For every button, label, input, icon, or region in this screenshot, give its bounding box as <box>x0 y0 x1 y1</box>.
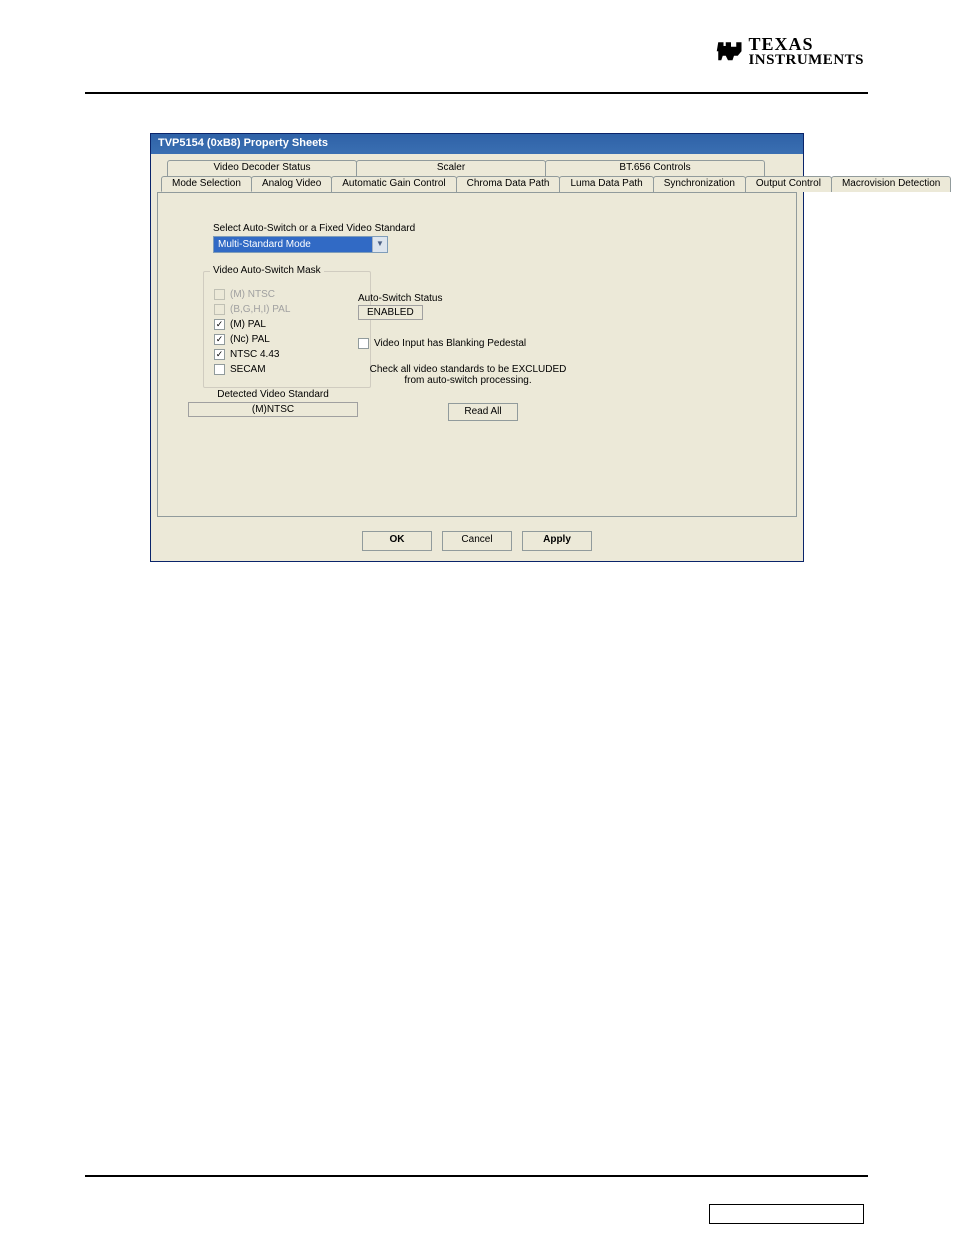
mask-row-ncpal[interactable]: (Nc) PAL <box>214 332 360 346</box>
tab-strip: Video Decoder Status Scaler BT.656 Contr… <box>157 160 797 192</box>
video-auto-switch-mask-group: Video Auto-Switch Mask (M) NTSC (B,G,H,I… <box>203 271 371 388</box>
mask-checkbox-ntsc443[interactable] <box>214 349 225 360</box>
property-sheets-dialog: TVP5154 (0xB8) Property Sheets Video Dec… <box>150 133 804 562</box>
apply-button[interactable]: Apply <box>522 531 592 551</box>
detected-standard-label: Detected Video Standard <box>188 389 358 400</box>
mask-label-mntsc: (M) NTSC <box>230 289 275 300</box>
standard-select-value: Multi-Standard Mode <box>214 237 372 252</box>
pedestal-label: Video Input has Blanking Pedestal <box>374 338 526 349</box>
chevron-down-icon[interactable]: ▼ <box>372 237 387 252</box>
mask-checkbox-mntsc <box>214 289 225 300</box>
mask-label-mpal: (M) PAL <box>230 319 266 330</box>
autoswitch-info: Auto-Switch Status ENABLED Video Input h… <box>358 293 578 386</box>
mask-note-line2: from auto-switch processing. <box>404 375 531 386</box>
tab-synchronization[interactable]: Synchronization <box>653 176 746 192</box>
mask-label-ncpal: (Nc) PAL <box>230 334 270 345</box>
logo-text-line2: INSTRUMENTS <box>748 52 864 68</box>
mask-row-secam[interactable]: SECAM <box>214 362 360 376</box>
detected-standard: Detected Video Standard (M)NTSC <box>188 389 358 417</box>
mask-row-mntsc: (M) NTSC <box>214 287 360 301</box>
footer-rule <box>85 1175 868 1177</box>
mode-selection-panel: Select Auto-Switch or a Fixed Video Stan… <box>157 192 797 517</box>
mask-group-legend: Video Auto-Switch Mask <box>210 265 324 276</box>
dialog-title: TVP5154 (0xB8) Property Sheets <box>158 137 328 149</box>
ti-logo: TEXAS INSTRUMENTS <box>716 35 864 68</box>
dialog-titlebar: TVP5154 (0xB8) Property Sheets <box>151 134 803 154</box>
footer-box <box>709 1204 864 1224</box>
mask-row-ntsc443[interactable]: NTSC 4.43 <box>214 347 360 361</box>
tab-mode-selection[interactable]: Mode Selection <box>161 176 252 192</box>
mask-label-bghipal: (B,G,H,I) PAL <box>230 304 290 315</box>
detected-standard-value: (M)NTSC <box>188 402 358 417</box>
mask-checkbox-ncpal[interactable] <box>214 334 225 345</box>
ok-button[interactable]: OK <box>362 531 432 551</box>
autoswitch-status-value: ENABLED <box>358 305 423 320</box>
mask-checkbox-secam[interactable] <box>214 364 225 375</box>
mask-row-bghipal: (B,G,H,I) PAL <box>214 302 360 316</box>
tab-macrovision-detection[interactable]: Macrovision Detection <box>831 176 951 192</box>
mask-checkbox-bghipal <box>214 304 225 315</box>
logo-text-line1: TEXAS <box>748 34 813 54</box>
read-all-button[interactable]: Read All <box>448 403 518 421</box>
mask-label-ntsc443: NTSC 4.43 <box>230 349 279 360</box>
mask-checkbox-mpal[interactable] <box>214 319 225 330</box>
tab-automatic-gain-control[interactable]: Automatic Gain Control <box>331 176 456 192</box>
tab-analog-video[interactable]: Analog Video <box>251 176 332 192</box>
ti-logo-mark-icon <box>716 39 746 65</box>
tab-video-decoder-status[interactable]: Video Decoder Status <box>167 160 357 176</box>
tab-output-control[interactable]: Output Control <box>745 176 832 192</box>
tab-scaler[interactable]: Scaler <box>356 160 546 176</box>
mask-note: Check all video standards to be EXCLUDED… <box>358 364 578 386</box>
mask-note-line1: Check all video standards to be EXCLUDED <box>370 364 567 375</box>
autoswitch-status-label: Auto-Switch Status <box>358 293 578 304</box>
cancel-button[interactable]: Cancel <box>442 531 512 551</box>
standard-select-label: Select Auto-Switch or a Fixed Video Stan… <box>213 223 776 234</box>
tab-chroma-data-path[interactable]: Chroma Data Path <box>456 176 561 192</box>
tab-luma-data-path[interactable]: Luma Data Path <box>559 176 653 192</box>
mask-row-mpal[interactable]: (M) PAL <box>214 317 360 331</box>
header-rule <box>85 92 868 94</box>
standard-select-combo[interactable]: Multi-Standard Mode ▼ <box>213 236 388 253</box>
pedestal-checkbox[interactable] <box>358 338 369 349</box>
tab-bt656-controls[interactable]: BT.656 Controls <box>545 160 765 176</box>
pedestal-row[interactable]: Video Input has Blanking Pedestal <box>358 336 578 350</box>
mask-label-secam: SECAM <box>230 364 266 375</box>
dialog-button-bar: OK Cancel Apply <box>151 523 803 561</box>
